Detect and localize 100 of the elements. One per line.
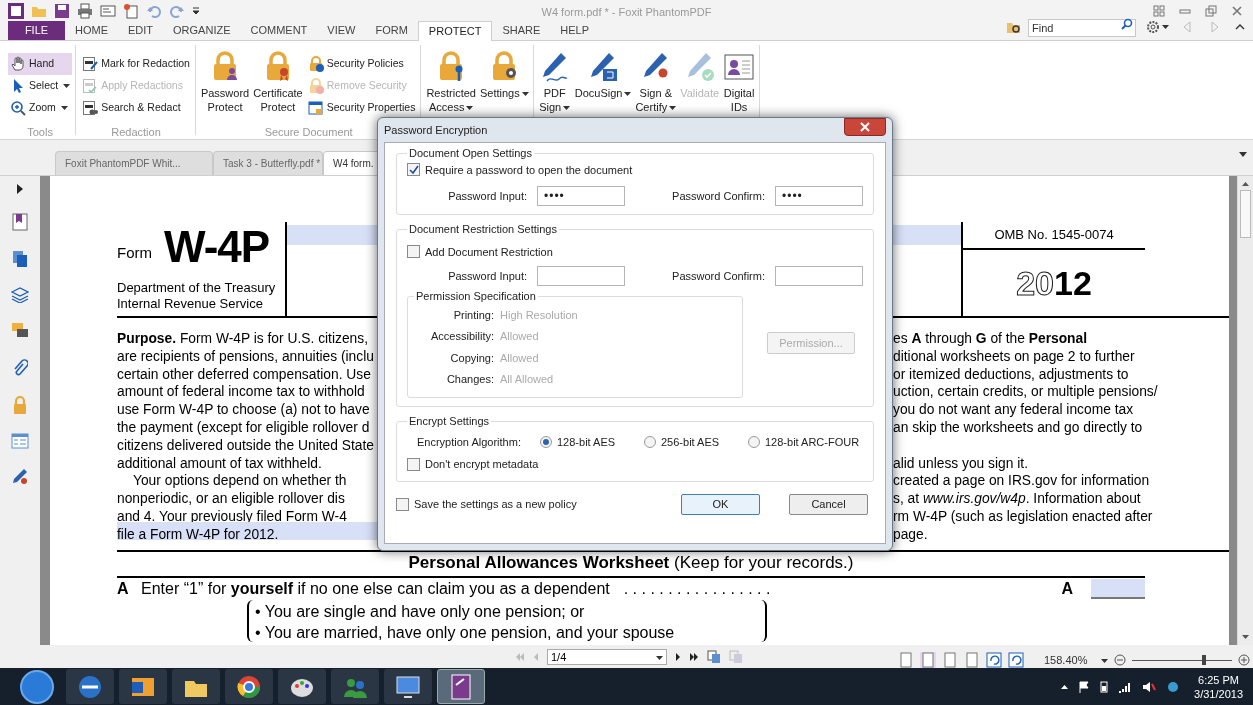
- last-page-icon: [689, 652, 699, 662]
- zoom-slider[interactable]: [1132, 655, 1233, 665]
- last-page-button[interactable]: [689, 652, 699, 662]
- search-button[interactable]: [1121, 18, 1133, 30]
- checkbox[interactable]: [407, 457, 420, 471]
- ribbon-button[interactable]: Hand: [8, 53, 73, 75]
- taskbar-app[interactable]: [172, 669, 220, 704]
- ribbon-button[interactable]: Search & Redact: [80, 97, 192, 119]
- facing-pages-icon: [942, 652, 958, 668]
- sidebar-button[interactable]: [12, 213, 28, 231]
- taskbar-app[interactable]: [384, 669, 432, 704]
- form-field[interactable]: [287, 225, 377, 245]
- ribbon-button[interactable]: Zoom: [8, 97, 73, 119]
- close-button[interactable]: [844, 118, 886, 136]
- document-tab[interactable]: Task 3 - Butterfly.pdf *: [213, 151, 323, 175]
- menu-tab[interactable]: SHARE: [492, 21, 551, 40]
- document-check-icon: [82, 78, 99, 94]
- menu-tab[interactable]: HELP: [550, 21, 600, 40]
- toolbar-button[interactable]: [54, 3, 70, 19]
- password-field[interactable]: [537, 266, 625, 286]
- ribbon-button[interactable]: Restricted Access: [425, 47, 477, 114]
- page-field[interactable]: 1/4: [547, 649, 667, 665]
- menu-tab[interactable]: FILE: [8, 21, 65, 40]
- radio-button[interactable]: [644, 435, 656, 448]
- dialog-button[interactable]: Cancel: [789, 493, 868, 515]
- taskbar-app[interactable]: [225, 669, 273, 704]
- ribbon-button[interactable]: Sign & Certify: [634, 47, 678, 114]
- dialog-title: Password Encryption: [384, 122, 488, 138]
- menu-tab[interactable]: HOME: [65, 21, 118, 40]
- password-field[interactable]: ••••: [537, 186, 625, 206]
- ribbon-button[interactable]: DocuSign: [573, 47, 633, 100]
- ribbon-button[interactable]: Password Protect: [199, 47, 251, 114]
- fullscreen-icon: [1153, 5, 1165, 17]
- next-page-button[interactable]: [675, 652, 681, 662]
- collapse-ribbon-button[interactable]: [1235, 23, 1245, 31]
- taskbar-app[interactable]: [278, 669, 326, 704]
- restore-button[interactable]: [1205, 5, 1217, 17]
- password-field[interactable]: ••••: [775, 186, 863, 206]
- password-field[interactable]: [775, 266, 863, 286]
- clock[interactable]: 6:25 PM 3/31/2013: [1194, 672, 1243, 701]
- permission-label: Printing:: [452, 307, 494, 323]
- ribbon-button[interactable]: Mark for Redaction: [80, 53, 192, 75]
- ribbon-button[interactable]: Select: [8, 75, 73, 97]
- button-label: Hand: [29, 56, 55, 72]
- menu-tab[interactable]: EDIT: [118, 21, 164, 40]
- form-field[interactable]: [1091, 578, 1145, 599]
- first-page-icon: [515, 652, 525, 662]
- tray-icon[interactable]: [1078, 680, 1091, 693]
- zoom-out-button[interactable]: [1114, 654, 1127, 666]
- radio-button[interactable]: [540, 435, 552, 448]
- dialog-button[interactable]: OK: [681, 493, 760, 515]
- menu-tab[interactable]: COMMENT: [240, 21, 318, 40]
- network-icon: [1166, 679, 1181, 694]
- sidebar-button[interactable]: [17, 184, 23, 194]
- document-tab[interactable]: Foxit PhantomPDF Whit...: [55, 151, 213, 175]
- ribbon-button[interactable]: PDF Sign: [537, 47, 572, 114]
- ribbon-button[interactable]: Settings: [478, 47, 530, 100]
- rotate-left-icon: [986, 652, 1002, 668]
- page-view-button[interactable]: [707, 650, 721, 664]
- tray-icon[interactable]: [1118, 680, 1133, 693]
- caret-icon: [1239, 152, 1247, 157]
- radio-button[interactable]: [748, 435, 760, 448]
- tray-icon[interactable]: [1142, 680, 1157, 693]
- menu-tab[interactable]: ORGANIZE: [163, 21, 241, 40]
- start-button[interactable]: [20, 669, 54, 704]
- menu-tab[interactable]: PROTECT: [417, 21, 493, 41]
- find-field[interactable]: Find: [1028, 19, 1136, 37]
- pages-icon: [729, 650, 743, 664]
- scroll-up-icon: [1242, 182, 1249, 186]
- new-document-icon: [123, 3, 139, 19]
- zoom-in-button[interactable]: [1238, 654, 1251, 666]
- undo-icon: [146, 3, 162, 19]
- checkbox[interactable]: [407, 163, 420, 177]
- menu-tab[interactable]: FORM: [365, 21, 418, 40]
- tray-expand-button[interactable]: [1061, 684, 1069, 689]
- checkbox[interactable]: [396, 497, 409, 511]
- checkbox[interactable]: [407, 245, 420, 259]
- close-button[interactable]: [1231, 5, 1243, 17]
- menu-tab[interactable]: VIEW: [317, 21, 366, 40]
- toolbar-button[interactable]: [8, 3, 24, 19]
- ribbon-button[interactable]: Digital IDs: [722, 47, 757, 114]
- tray-icon[interactable]: [1100, 680, 1109, 693]
- scrollbar[interactable]: [1237, 176, 1253, 645]
- paragraph-line: ditional worksheets on page 2 to further: [893, 348, 1135, 364]
- taskbar-app[interactable]: [119, 669, 167, 704]
- sidebar-button[interactable]: [11, 322, 29, 340]
- taskbar-app[interactable]: [66, 669, 114, 704]
- ribbon-button[interactable]: Security Policies: [305, 53, 418, 75]
- form-field[interactable]: [893, 225, 963, 245]
- settings-button[interactable]: [1146, 20, 1169, 34]
- toolbar-button[interactable]: [77, 3, 93, 19]
- view-mode-button[interactable]: [1008, 652, 1024, 668]
- toolbar-button[interactable]: [192, 7, 200, 15]
- ribbon-button[interactable]: Certificate Protect: [252, 47, 304, 114]
- button-label: Security Policies: [326, 56, 404, 72]
- scrollbar-thumb[interactable]: [1240, 190, 1251, 238]
- view-mode-button[interactable]: [986, 652, 1002, 668]
- fullscreen-button[interactable]: [1153, 5, 1165, 17]
- paragraph-line: Purpose. Form W-4P is for U.S. citizens,: [117, 331, 368, 346]
- window-lock-icon: [307, 100, 324, 116]
